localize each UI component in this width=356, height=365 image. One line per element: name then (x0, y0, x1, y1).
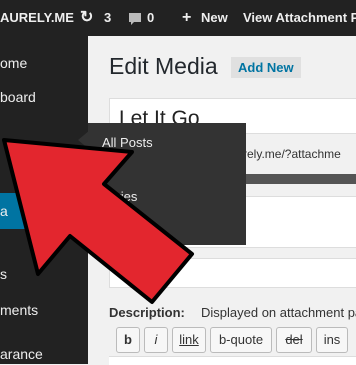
comments-count[interactable]: 0 (147, 0, 154, 36)
insert-button[interactable]: ins (316, 327, 348, 353)
sidebar-item-home[interactable]: ome (0, 48, 88, 78)
italic-button[interactable]: i (144, 327, 168, 353)
page-title: Edit Media (109, 53, 218, 79)
permalink-url[interactable]: rely.me/?attachme (243, 147, 341, 161)
sidebar-item-appearance[interactable]: arance (0, 339, 88, 364)
view-attachment-link[interactable]: View Attachment P (243, 0, 356, 36)
sidebar-item-label: arance (0, 346, 43, 362)
comment-bubble-icon (129, 12, 141, 25)
link-button[interactable]: link (172, 327, 206, 353)
admin-bar: AURELY.ME ↻ 3 0 + New View Attachment P (0, 0, 356, 36)
site-name-link[interactable]: AURELY.ME (0, 0, 74, 36)
blockquote-button[interactable]: b-quote (210, 327, 272, 353)
comments-icon[interactable] (128, 0, 142, 36)
description-hint: Displayed on attachment pa (201, 305, 356, 320)
plus-icon[interactable]: + (182, 0, 191, 36)
sidebar-item-label: ome (0, 55, 28, 71)
updates-icon[interactable]: ↻ (80, 0, 93, 36)
add-new-button[interactable]: Add New (231, 57, 301, 78)
updates-count[interactable]: 3 (104, 0, 111, 36)
sidebar-item-label: board (0, 89, 36, 105)
new-content-link[interactable]: New (201, 0, 228, 36)
red-arrow-icon (2, 138, 194, 304)
bold-button[interactable]: b (116, 327, 140, 353)
delete-button[interactable]: del (276, 327, 312, 353)
sidebar-item-dashboard[interactable]: board (0, 82, 88, 112)
